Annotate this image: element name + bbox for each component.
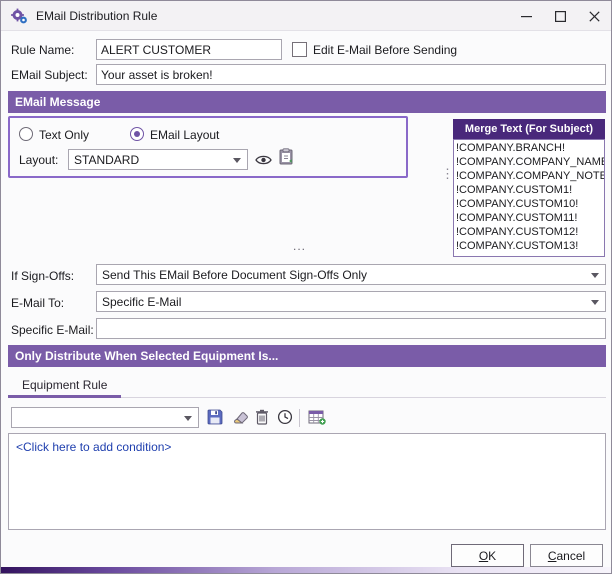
add-condition-link[interactable]: <Click here to add condition> (16, 440, 171, 454)
cancel-button-label: Cancel (548, 549, 585, 563)
email-message-header: EMail Message (8, 91, 606, 113)
history-clock-icon[interactable] (275, 407, 295, 427)
equipment-tabstrip: Equipment Rule (8, 373, 606, 398)
email-to-label: E-Mail To: (11, 293, 64, 313)
if-sign-offs-label: If Sign-Offs: (11, 266, 74, 286)
merge-text-header: Merge Text (For Subject) (453, 119, 605, 139)
clear-eraser-button[interactable] (229, 407, 249, 427)
merge-text-list[interactable]: !COMPANY.BRANCH! !COMPANY.COMPANY_NAME !… (453, 139, 605, 257)
equipment-section-header: Only Distribute When Selected Equipment … (8, 345, 606, 367)
dialog-email-distribution-rule: EMail Distribution Rule Rule Name: Edit … (0, 0, 612, 574)
if-sign-offs-value: Send This EMail Before Document Sign-Off… (102, 268, 367, 282)
chevron-down-icon (233, 158, 241, 163)
layout-combobox[interactable]: STANDARD (68, 149, 248, 170)
if-sign-offs-combobox[interactable]: Send This EMail Before Document Sign-Off… (96, 264, 606, 285)
delete-trash-icon[interactable] (252, 407, 272, 427)
maximize-button[interactable] (543, 1, 577, 31)
text-only-label[interactable]: Text Only (39, 125, 89, 145)
email-to-value: Specific E-Mail (102, 295, 181, 309)
select-equipment-table-icon[interactable] (307, 407, 327, 427)
chevron-down-icon (591, 273, 599, 278)
toolbar-separator (299, 409, 300, 427)
merge-item[interactable]: !COMPANY.COMPANY_NOTE (456, 169, 604, 183)
tab-equipment-rule[interactable]: Equipment Rule (8, 373, 121, 398)
ok-button-label: OK (479, 549, 496, 563)
preview-eye-icon[interactable] (253, 150, 273, 170)
email-layout-label[interactable]: EMail Layout (150, 125, 219, 145)
merge-item[interactable]: !COMPANY.CUSTOM13! (456, 239, 604, 253)
edit-email-checkbox[interactable] (292, 42, 307, 57)
cancel-button[interactable]: Cancel (530, 544, 603, 567)
splitter-grip-icon[interactable]: ⋮ (441, 169, 451, 178)
rule-name-input[interactable] (96, 39, 282, 60)
chevron-down-icon (591, 300, 599, 305)
merge-item[interactable]: !COMPANY.CUSTOM12! (456, 225, 604, 239)
specific-email-label: Specific E-Mail: (11, 320, 94, 340)
minimize-button[interactable] (509, 1, 543, 31)
layout-value: STANDARD (74, 153, 139, 167)
condition-panel: <Click here to add condition> (8, 433, 606, 530)
email-subject-input[interactable] (96, 64, 606, 85)
text-only-radio[interactable] (19, 127, 33, 141)
rule-name-label: Rule Name: (11, 40, 74, 60)
layout-option-group: Text Only EMail Layout Layout: STANDARD (8, 116, 408, 178)
email-layout-radio[interactable] (130, 127, 144, 141)
ok-button[interactable]: OK (451, 544, 524, 567)
equipment-rule-combobox[interactable] (11, 407, 199, 428)
paste-layout-clipboard-icon[interactable] (276, 146, 296, 166)
merge-item[interactable]: !COMPANY.COMPANY_NAME (456, 155, 604, 169)
email-to-combobox[interactable]: Specific E-Mail (96, 291, 606, 312)
merge-item[interactable]: !COMPANY.CUSTOM1! (456, 183, 604, 197)
chevron-down-icon (184, 416, 192, 421)
email-subject-label: EMail Subject: (11, 65, 88, 85)
specific-email-input[interactable] (96, 318, 606, 339)
layout-label: Layout: (19, 150, 58, 170)
window-controls (509, 1, 611, 31)
close-button[interactable] (577, 1, 611, 31)
save-rule-button[interactable] (205, 407, 225, 427)
merge-item[interactable]: !COMPANY.BRANCH! (456, 141, 604, 155)
merge-item[interactable]: !COMPANY.CUSTOM10! (456, 197, 604, 211)
bottom-accent-bar (1, 567, 611, 573)
titlebar: EMail Distribution Rule (1, 1, 611, 31)
window-title: EMail Distribution Rule (36, 9, 157, 23)
app-gear-icon (10, 7, 28, 25)
edit-email-checkbox-label[interactable]: Edit E-Mail Before Sending (313, 40, 457, 60)
merge-item[interactable]: !COMPANY.CUSTOM11! (456, 211, 604, 225)
splitter-ellipsis[interactable]: ... (293, 239, 306, 253)
